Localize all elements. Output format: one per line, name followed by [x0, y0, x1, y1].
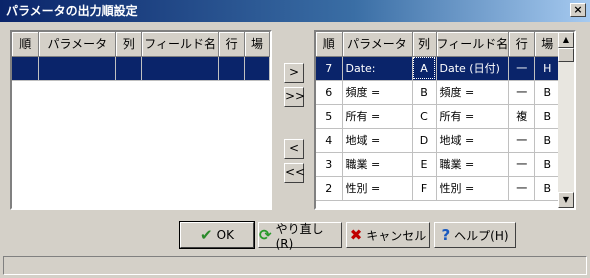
refresh-icon: ⟳ — [259, 225, 272, 244]
right-parameter-grid[interactable]: 順 パラメータ 列 フィールド名 行 場 7 Date: A Date (日付)… — [314, 30, 576, 210]
header-order[interactable]: 順 — [12, 32, 40, 57]
checkmark-icon: ✔ — [200, 225, 213, 244]
cancel-label: キャンセル — [366, 228, 427, 243]
cell-field-name: 性別 = — [436, 176, 510, 201]
cell-row: 一 — [508, 176, 536, 201]
redo-label: やり直し(R) — [275, 221, 324, 251]
cell-column: C — [412, 104, 437, 129]
cell-field-name: 職業 = — [436, 152, 510, 177]
table-row[interactable]: 6 頻度 = B 頻度 = 一 B — [316, 80, 561, 105]
header-column[interactable]: 列 — [115, 32, 143, 57]
cell-row: 複 — [508, 104, 536, 129]
table-row[interactable]: 5 所有 = C 所有 = 複 B — [316, 104, 561, 129]
remove-button[interactable]: < — [284, 139, 304, 159]
question-icon: ? — [441, 225, 451, 244]
header-place[interactable]: 場 — [244, 32, 270, 57]
add-button[interactable]: > — [284, 63, 304, 83]
table-row[interactable]: 3 職業 = E 職業 = 一 B — [316, 152, 561, 177]
close-button[interactable]: × — [570, 3, 586, 17]
dialog-window: パラメータの出力順設定 × 順 パラメータ 列 フィールド名 行 場 > >> … — [0, 0, 590, 278]
table-row[interactable]: 4 地域 = D 地域 = 一 B — [316, 128, 561, 153]
redo-button[interactable]: ⟳ やり直し(R) — [258, 221, 342, 251]
cell-parameter: 地域 = — [342, 128, 413, 153]
left-header-row: 順 パラメータ 列 フィールド名 行 場 — [12, 32, 270, 57]
header-column[interactable]: 列 — [412, 32, 437, 57]
remove-arrow-icon: < — [288, 141, 300, 155]
cell-place: B — [534, 152, 561, 177]
table-row[interactable]: 7 Date: A Date (日付) 一 H — [316, 56, 561, 81]
scroll-up-button[interactable]: ▲ — [558, 32, 574, 48]
window-title: パラメータの出力順設定 — [6, 4, 138, 18]
header-field-name[interactable]: フィールド名 — [141, 32, 220, 57]
cross-icon: ✖ — [349, 225, 363, 244]
cell-order: 3 — [316, 152, 343, 177]
cell-parameter: 職業 = — [342, 152, 413, 177]
right-header-row: 順 パラメータ 列 フィールド名 行 場 — [316, 32, 561, 57]
remove-all-button[interactable]: << — [284, 163, 306, 183]
header-place[interactable]: 場 — [534, 32, 561, 57]
table-row[interactable] — [12, 56, 270, 81]
close-icon: × — [573, 3, 583, 16]
scroll-thumb[interactable] — [558, 48, 574, 62]
arrow-down-icon: ▼ — [562, 195, 570, 204]
cell-order: 6 — [316, 80, 343, 105]
cell-row: 一 — [508, 56, 536, 81]
cell-row: 一 — [508, 152, 536, 177]
cell-order: 7 — [316, 56, 343, 81]
cell-parameter: 性別 = — [342, 176, 413, 201]
cell-parameter: Date: — [342, 56, 413, 81]
cell-field-name: 地域 = — [436, 128, 510, 153]
cell-parameter: 頻度 = — [342, 80, 413, 105]
left-parameter-grid[interactable]: 順 パラメータ 列 フィールド名 行 場 — [10, 30, 272, 210]
help-button[interactable]: ? ヘルプ(H) — [434, 222, 516, 248]
cell-place: B — [534, 104, 561, 129]
cell-column: D — [412, 128, 437, 153]
ok-button[interactable]: ✔ OK — [179, 221, 255, 249]
cell-column: B — [412, 80, 437, 105]
header-parameter[interactable]: パラメータ — [342, 32, 413, 57]
header-order[interactable]: 順 — [316, 32, 343, 57]
remove-all-arrow-icon: << — [285, 165, 306, 179]
header-parameter[interactable]: パラメータ — [38, 32, 117, 57]
cell-column: E — [412, 152, 437, 177]
cell-row: 一 — [508, 80, 536, 105]
cell-field-name: 頻度 = — [436, 80, 510, 105]
cancel-button[interactable]: ✖ キャンセル — [346, 222, 430, 248]
cell-order: 4 — [316, 128, 343, 153]
cell-field-name: Date (日付) — [436, 56, 510, 81]
cell-order: 5 — [316, 104, 343, 129]
cell-column: A — [412, 56, 437, 81]
add-arrow-icon: > — [288, 65, 300, 79]
cell-column: F — [412, 176, 437, 201]
status-bar — [3, 256, 587, 275]
add-all-button[interactable]: >> — [284, 87, 306, 107]
cell-place: B — [534, 176, 561, 201]
vertical-scrollbar[interactable]: ▲ ▼ — [558, 32, 574, 208]
ok-label: OK — [216, 228, 234, 242]
title-bar: パラメータの出力順設定 × — [0, 0, 590, 22]
add-all-arrow-icon: >> — [285, 89, 306, 103]
cell-order: 2 — [316, 176, 343, 201]
cell-field-name: 所有 = — [436, 104, 510, 129]
cell-place: B — [534, 128, 561, 153]
arrow-up-icon: ▲ — [562, 35, 570, 44]
header-row[interactable]: 行 — [218, 32, 246, 57]
help-label: ヘルプ(H) — [454, 228, 509, 243]
table-row[interactable]: 2 性別 = F 性別 = 一 B — [316, 176, 561, 201]
header-field-name[interactable]: フィールド名 — [436, 32, 510, 57]
cell-place: H — [534, 56, 561, 81]
cell-place: B — [534, 80, 561, 105]
scroll-down-button[interactable]: ▼ — [558, 192, 574, 208]
cell-parameter: 所有 = — [342, 104, 413, 129]
cell-row: 一 — [508, 128, 536, 153]
header-row[interactable]: 行 — [508, 32, 536, 57]
